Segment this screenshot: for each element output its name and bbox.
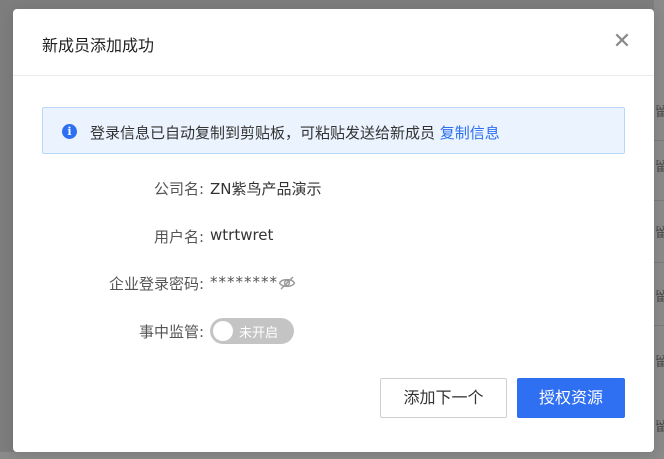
background-page-bottom xyxy=(0,452,664,459)
username-row: 用户名: wtrtwret xyxy=(13,224,654,248)
background-cell-text: 留 xyxy=(655,105,664,119)
background-row-divider xyxy=(654,325,664,326)
supervision-row: 事中监管: 未开启 xyxy=(13,318,654,344)
password-label: 企业登录密码: xyxy=(108,275,204,293)
background-cell-text: 留 xyxy=(655,420,664,434)
background-row-divider xyxy=(654,262,664,263)
copy-info-link[interactable]: 复制信息 xyxy=(440,124,500,142)
alert-message: 登录信息已自动复制到剪贴板，可粘贴发送给新成员 xyxy=(90,124,436,142)
background-cell-text: 留 xyxy=(655,160,664,174)
success-dialog: 新成员添加成功 ✕ i 登录信息已自动复制到剪贴板，可粘贴发送给新成员 复制信息… xyxy=(13,9,654,452)
background-row-divider xyxy=(654,140,664,141)
company-label: 公司名: xyxy=(153,180,204,198)
eye-hidden-icon[interactable] xyxy=(278,275,296,291)
toggle-knob xyxy=(213,321,233,341)
username-label: 用户名: xyxy=(153,228,204,246)
dialog-header: 新成员添加成功 ✕ xyxy=(13,9,654,76)
info-icon: i xyxy=(62,124,77,139)
supervision-label: 事中监管: xyxy=(138,323,204,341)
company-row: 公司名: ZN紫鸟产品演示 xyxy=(13,176,654,200)
password-value: ******** xyxy=(210,273,278,291)
company-value: ZN紫鸟产品演示 xyxy=(210,180,322,198)
background-cell-text: 留 xyxy=(655,355,664,369)
authorize-resources-button[interactable]: 授权资源 xyxy=(517,378,625,418)
toggle-state-text: 未开启 xyxy=(239,326,279,341)
info-alert: i 登录信息已自动复制到剪贴板，可粘贴发送给新成员 复制信息 xyxy=(42,107,625,154)
background-cell-text: 留 xyxy=(655,290,664,304)
dialog-title: 新成员添加成功 xyxy=(42,36,155,55)
username-value: wtrtwret xyxy=(210,226,274,244)
alert-message-line: 登录信息已自动复制到剪贴板，可粘贴发送给新成员 复制信息 xyxy=(90,122,500,143)
supervision-toggle[interactable]: 未开启 xyxy=(210,318,294,344)
background-cell-text: 留 xyxy=(655,226,664,240)
background-row-divider xyxy=(654,200,664,201)
password-row: 企业登录密码: ******** xyxy=(13,271,654,295)
close-icon[interactable]: ✕ xyxy=(611,31,633,53)
add-next-button[interactable]: 添加下一个 xyxy=(380,378,507,418)
